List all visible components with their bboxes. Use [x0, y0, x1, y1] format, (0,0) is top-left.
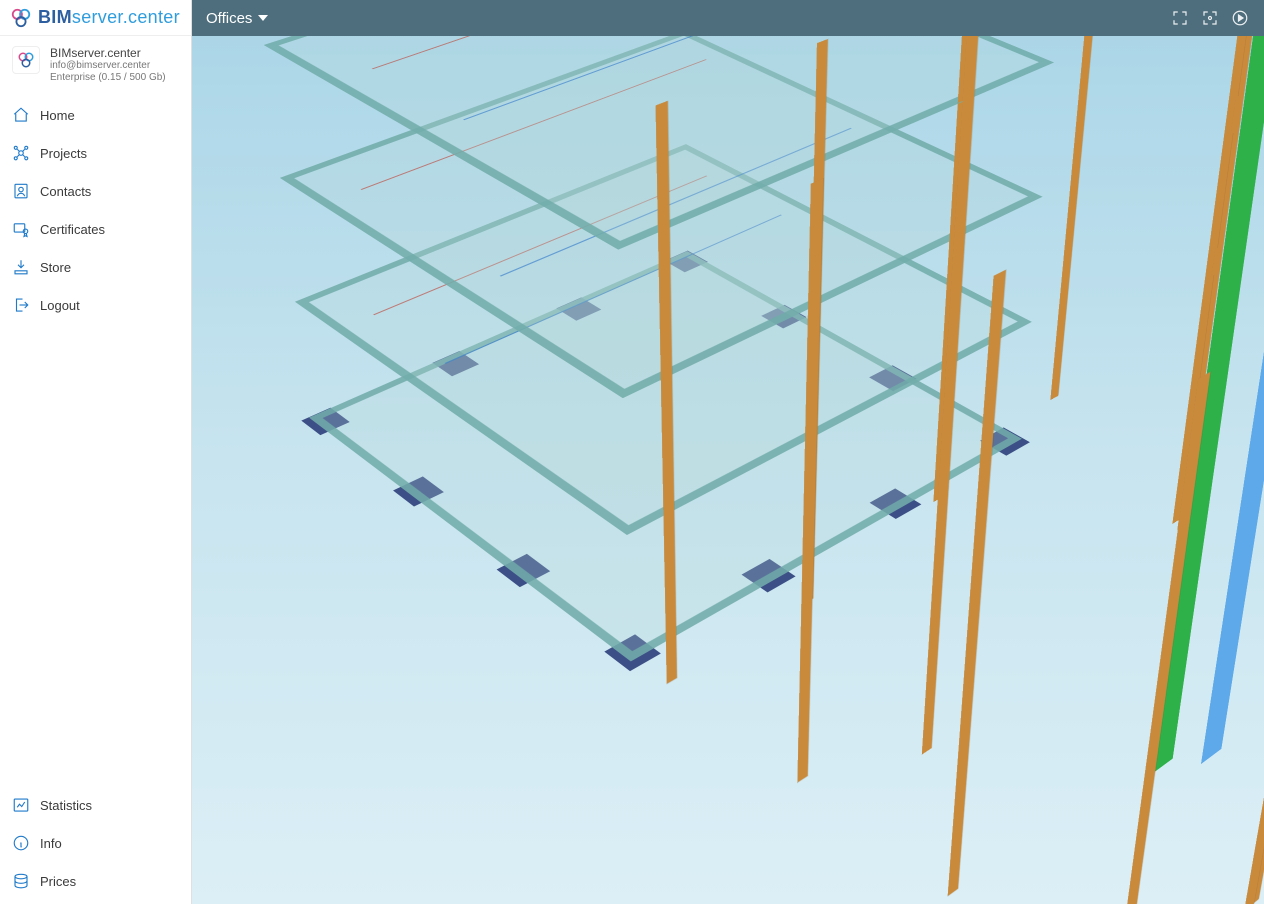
sidebar-item-label: Prices	[40, 874, 76, 889]
projects-icon	[12, 144, 30, 162]
profile-name: BIMserver.center	[50, 46, 166, 60]
frame-selection-icon[interactable]	[1200, 8, 1220, 28]
profile-plan: Enterprise (0.15 / 500 Gb)	[50, 72, 166, 84]
project-title: Offices	[206, 10, 252, 27]
timber-column	[1111, 372, 1210, 904]
play-icon[interactable]	[1230, 8, 1250, 28]
sidebar-item-label: Home	[40, 108, 75, 123]
sidebar-item-statistics[interactable]: Statistics	[0, 786, 191, 824]
topbar: Offices	[192, 0, 1264, 36]
fit-view-icon[interactable]	[1170, 8, 1190, 28]
viewport-3d[interactable]	[192, 36, 1264, 904]
sidebar-item-logout[interactable]: Logout	[0, 286, 191, 324]
chevron-down-icon	[258, 15, 268, 21]
prices-icon	[12, 872, 30, 890]
sidebar-item-label: Logout	[40, 298, 80, 313]
contacts-icon	[12, 182, 30, 200]
sidebar-item-label: Projects	[40, 146, 87, 161]
project-dropdown[interactable]: Offices	[206, 10, 268, 27]
sidebar: BIMserver.center BIMserver.center info@b…	[0, 0, 192, 904]
logout-icon	[12, 296, 30, 314]
nav-bottom: Statistics Info Prices	[0, 782, 191, 904]
sidebar-item-info[interactable]: Info	[0, 824, 191, 862]
sidebar-spacer	[0, 328, 191, 782]
brand-bim: BIM	[38, 7, 72, 27]
sidebar-item-home[interactable]: Home	[0, 96, 191, 134]
brand-server: server	[72, 7, 123, 27]
nav-top: Home Projects Contacts Certificates Stor…	[0, 92, 191, 328]
sidebar-item-label: Contacts	[40, 184, 91, 199]
main: Offices	[192, 0, 1264, 904]
brand-center: .center	[123, 7, 180, 27]
sidebar-item-prices[interactable]: Prices	[0, 862, 191, 900]
topbar-tools	[1170, 8, 1250, 28]
avatar	[12, 46, 40, 74]
sidebar-item-label: Certificates	[40, 222, 105, 237]
building-model	[309, 251, 1178, 779]
statistics-icon	[12, 796, 30, 814]
brand-logo-icon	[10, 7, 32, 29]
store-icon	[12, 258, 30, 276]
brand-text: BIMserver.center	[38, 7, 180, 28]
info-icon	[12, 834, 30, 852]
sidebar-item-store[interactable]: Store	[0, 248, 191, 286]
profile-block[interactable]: BIMserver.center info@bimserver.center E…	[0, 36, 191, 92]
brand[interactable]: BIMserver.center	[0, 0, 191, 36]
profile-text: BIMserver.center info@bimserver.center E…	[50, 46, 166, 84]
sidebar-item-contacts[interactable]: Contacts	[0, 172, 191, 210]
sidebar-item-label: Statistics	[40, 798, 92, 813]
timber-column	[1044, 36, 1102, 463]
sidebar-item-label: Info	[40, 836, 62, 851]
sidebar-item-projects[interactable]: Projects	[0, 134, 191, 172]
home-icon	[12, 106, 30, 124]
sidebar-item-label: Store	[40, 260, 71, 275]
sidebar-item-certificates[interactable]: Certificates	[0, 210, 191, 248]
certificates-icon	[12, 220, 30, 238]
profile-email: info@bimserver.center	[50, 60, 166, 72]
